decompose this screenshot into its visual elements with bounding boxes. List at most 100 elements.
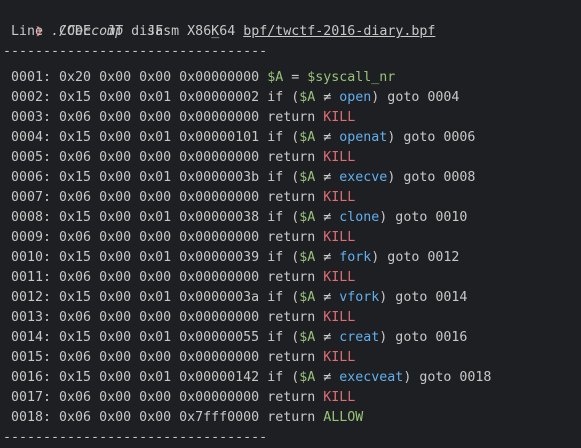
row-prefix: 0017: 0x06 0x00 0x00 0x00000000 xyxy=(3,390,268,405)
goto-keyword: ) goto xyxy=(371,90,428,105)
goto-target: 0010 xyxy=(435,210,468,225)
return-action: KILL xyxy=(323,110,356,125)
disasm-row: 0010: 0x15 0x00 0x01 0x00000039 if ($A ≠… xyxy=(3,248,581,268)
return-action: KILL xyxy=(323,390,356,405)
syscall-name: clone xyxy=(339,210,380,225)
register-a: $A xyxy=(299,330,316,345)
disasm-row: 0009: 0x06 0x00 0x00 0x00000000 return K… xyxy=(3,228,581,248)
row-prefix: 0016: 0x15 0x00 0x01 0x00000142 xyxy=(3,370,268,385)
row-prefix: 0007: 0x06 0x00 0x00 0x00000000 xyxy=(3,190,268,205)
not-equal-op: ≠ xyxy=(315,330,340,345)
return-action: KILL xyxy=(323,230,356,245)
return-action: KILL xyxy=(323,150,356,165)
syscall-name: openat xyxy=(339,130,388,145)
goto-target: 0018 xyxy=(459,370,492,385)
if-keyword: if ( xyxy=(267,370,300,385)
separator-bottom: --------------------------------- xyxy=(3,430,268,445)
syscall-name: execve xyxy=(339,170,388,185)
row-prefix: 0006: 0x15 0x00 0x01 0x0000003b xyxy=(3,170,268,185)
register-a: $A xyxy=(267,70,284,85)
separator-top: --------------------------------- xyxy=(3,44,268,59)
row-prefix: 0004: 0x15 0x00 0x01 0x00000101 xyxy=(3,130,268,145)
not-equal-op: ≠ xyxy=(315,290,340,305)
disasm-row: 0003: 0x06 0x00 0x00 0x00000000 return K… xyxy=(3,108,581,128)
goto-target: 0016 xyxy=(435,330,468,345)
not-equal-op: ≠ xyxy=(315,130,340,145)
row-prefix: 0002: 0x15 0x00 0x01 0x00000002 xyxy=(3,90,268,105)
return-action: KILL xyxy=(323,270,356,285)
assign-op: = xyxy=(283,70,308,85)
goto-target: 0012 xyxy=(427,250,460,265)
goto-keyword: ) goto xyxy=(379,290,436,305)
disasm-row: 0017: 0x06 0x00 0x00 0x00000000 return K… xyxy=(3,388,581,408)
disasm-row: 0005: 0x06 0x00 0x00 0x00000000 return K… xyxy=(3,148,581,168)
goto-target: 0006 xyxy=(443,130,476,145)
terminal-window[interactable]: ❯ ./Ceccomp disasm X86_64 bpf/twctf-2016… xyxy=(0,0,581,445)
register-a: $A xyxy=(299,130,316,145)
return-action: ALLOW xyxy=(323,410,364,425)
not-equal-op: ≠ xyxy=(315,90,340,105)
goto-target: 0014 xyxy=(435,290,468,305)
goto-target: 0008 xyxy=(443,170,476,185)
row-prefix: 0015: 0x06 0x00 0x00 0x00000000 xyxy=(3,350,268,365)
goto-keyword: ) goto xyxy=(371,250,428,265)
if-keyword: if ( xyxy=(267,170,300,185)
not-equal-op: ≠ xyxy=(315,210,340,225)
command-file-path[interactable]: bpf/twctf-2016-diary.bpf xyxy=(243,24,435,39)
goto-keyword: ) goto xyxy=(379,210,436,225)
disasm-row: 0002: 0x15 0x00 0x01 0x00000002 if ($A ≠… xyxy=(3,88,581,108)
disasm-row: 0001: 0x20 0x00 0x00 0x00000000 $A = $sy… xyxy=(3,68,581,88)
goto-keyword: ) goto xyxy=(403,370,460,385)
syscall-name: open xyxy=(339,90,372,105)
if-keyword: if ( xyxy=(267,90,300,105)
return-action: KILL xyxy=(323,190,356,205)
row-prefix: 0014: 0x15 0x00 0x01 0x00000055 xyxy=(3,330,268,345)
if-keyword: if ( xyxy=(267,250,300,265)
disasm-row: 0006: 0x15 0x00 0x01 0x0000003b if ($A ≠… xyxy=(3,168,581,188)
disasm-row: 0013: 0x06 0x00 0x00 0x00000000 return K… xyxy=(3,308,581,328)
return-action: KILL xyxy=(323,310,356,325)
return-keyword: return xyxy=(267,230,324,245)
row-prefix: 0012: 0x15 0x00 0x01 0x0000003a xyxy=(3,290,268,305)
disasm-row: 0015: 0x06 0x00 0x00 0x00000000 return K… xyxy=(3,348,581,368)
disasm-row: 0004: 0x15 0x00 0x01 0x00000101 if ($A ≠… xyxy=(3,128,581,148)
row-prefix: 0011: 0x06 0x00 0x00 0x00000000 xyxy=(3,270,268,285)
row-prefix: 0013: 0x06 0x00 0x00 0x00000000 xyxy=(3,310,268,325)
if-keyword: if ( xyxy=(267,330,300,345)
goto-keyword: ) goto xyxy=(379,330,436,345)
goto-keyword: ) goto xyxy=(387,130,444,145)
row-prefix: 0008: 0x15 0x00 0x01 0x00000038 xyxy=(3,210,268,225)
return-action: KILL xyxy=(323,350,356,365)
return-keyword: return xyxy=(267,190,324,205)
row-prefix: 0001: 0x20 0x00 0x00 0x00000000 xyxy=(3,70,268,85)
row-prefix: 0003: 0x06 0x00 0x00 0x00000000 xyxy=(3,110,268,125)
return-keyword: return xyxy=(267,410,324,425)
goto-target: 0004 xyxy=(427,90,460,105)
if-keyword: if ( xyxy=(267,130,300,145)
if-keyword: if ( xyxy=(267,290,300,305)
disasm-row: 0012: 0x15 0x00 0x01 0x0000003a if ($A ≠… xyxy=(3,288,581,308)
return-keyword: return xyxy=(267,390,324,405)
not-equal-op: ≠ xyxy=(315,370,340,385)
register-a: $A xyxy=(299,210,316,225)
register-a: $A xyxy=(299,370,316,385)
row-prefix: 0005: 0x06 0x00 0x00 0x00000000 xyxy=(3,150,268,165)
register-a: $A xyxy=(299,250,316,265)
not-equal-op: ≠ xyxy=(315,170,340,185)
if-keyword: if ( xyxy=(267,210,300,225)
not-equal-op: ≠ xyxy=(315,250,340,265)
return-keyword: return xyxy=(267,270,324,285)
goto-keyword: ) goto xyxy=(387,170,444,185)
row-prefix: 0010: 0x15 0x00 0x01 0x00000039 xyxy=(3,250,268,265)
register-a: $A xyxy=(299,290,316,305)
disasm-rows: 0001: 0x20 0x00 0x00 0x00000000 $A = $sy… xyxy=(3,68,581,428)
syscall-name: execveat xyxy=(339,370,404,385)
row-prefix: 0009: 0x06 0x00 0x00 0x00000000 xyxy=(3,230,268,245)
return-keyword: return xyxy=(267,310,324,325)
syscall-name: vfork xyxy=(339,290,380,305)
disasm-row: 0016: 0x15 0x00 0x01 0x00000142 if ($A ≠… xyxy=(3,368,581,388)
disasm-row: 0018: 0x06 0x00 0x00 0x7fff0000 return A… xyxy=(3,408,581,428)
disasm-row: 0014: 0x15 0x00 0x01 0x00000055 if ($A ≠… xyxy=(3,328,581,348)
return-keyword: return xyxy=(267,350,324,365)
return-keyword: return xyxy=(267,110,324,125)
